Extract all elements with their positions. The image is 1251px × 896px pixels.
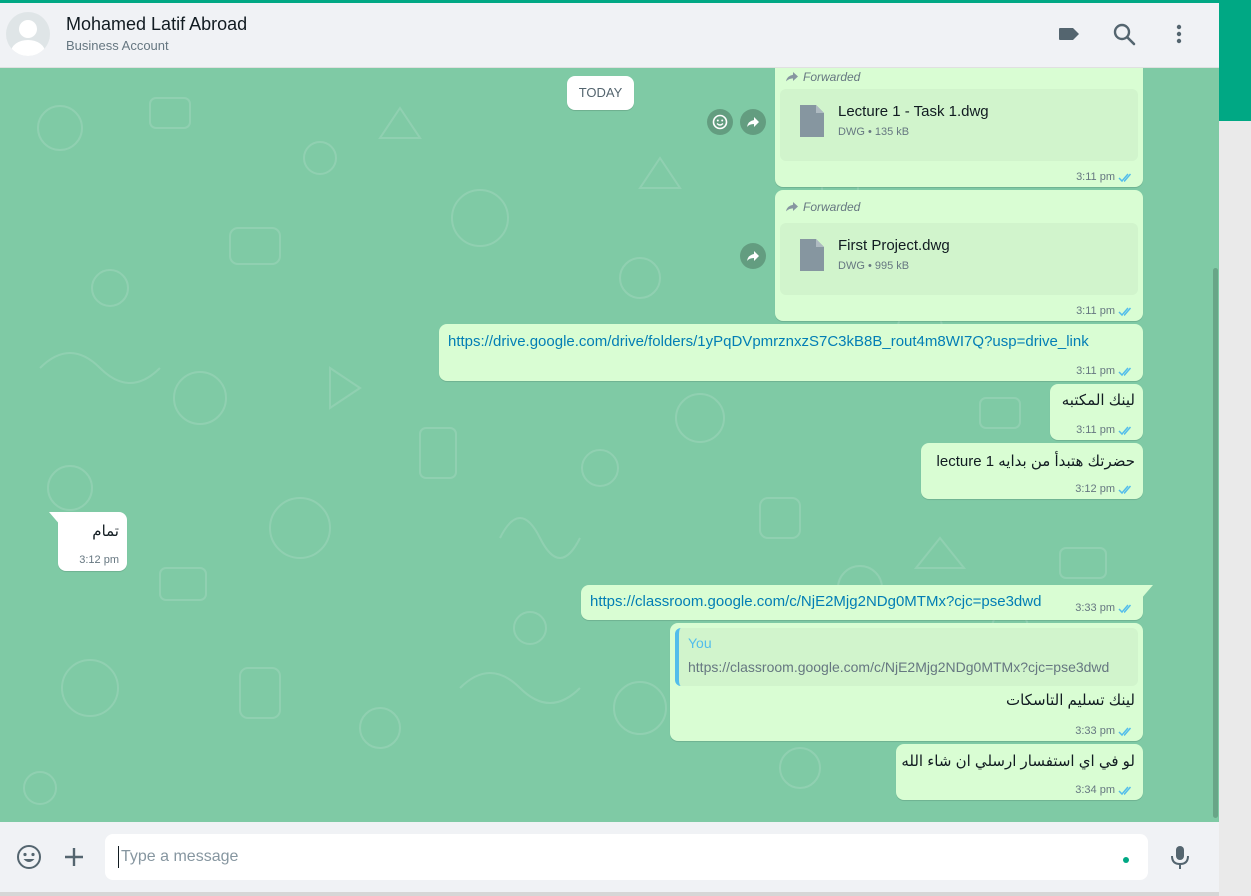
- quoted-message[interactable]: You https://classroom.google.com/c/NjE2M…: [675, 628, 1138, 686]
- message-meta: 3:11 pm: [1076, 365, 1135, 377]
- message-time: 3:34 pm: [1075, 784, 1115, 796]
- plus-icon[interactable]: [60, 843, 88, 871]
- bottom-border: [0, 892, 1219, 896]
- forwarded-text: Forwarded: [803, 70, 861, 84]
- read-ticks-icon: [1118, 727, 1132, 736]
- message-bubble-incoming[interactable]: تمام 3:12 pm: [58, 512, 127, 571]
- message-time: 3:12 pm: [1075, 483, 1115, 495]
- outgoing-bubble-tail: [1141, 585, 1153, 599]
- message-time: 3:33 pm: [1075, 602, 1115, 614]
- forwarded-label: Forwarded: [785, 200, 860, 214]
- react-emoji-button[interactable]: [707, 109, 733, 135]
- message-bubble-text[interactable]: حضرتك هتبدأ من بدايه lecture 1 3:12 pm: [921, 443, 1143, 499]
- message-meta: 3:12 pm: [79, 554, 119, 566]
- file-name: Lecture 1 - Task 1.dwg: [838, 103, 989, 120]
- avatar-body-shape: [11, 40, 45, 56]
- forwarded-icon: [786, 202, 798, 212]
- read-ticks-icon: [1118, 426, 1132, 435]
- avatar[interactable]: [6, 12, 50, 56]
- message-bubble-document[interactable]: Forwarded First Project.dwg DWG • 995 kB…: [775, 190, 1143, 321]
- forwarded-text: Forwarded: [803, 200, 861, 214]
- message-time: 3:11 pm: [1076, 305, 1115, 317]
- forward-button[interactable]: [740, 243, 766, 269]
- message-time: 3:11 pm: [1076, 171, 1115, 183]
- date-divider: TODAY: [567, 76, 634, 110]
- message-bubble-link[interactable]: https://classroom.google.com/c/NjE2Mjg2N…: [581, 585, 1143, 620]
- message-bubble-text[interactable]: لو في اي استفسار ارسلي ان شاء الله 3:34 …: [896, 744, 1143, 800]
- message-bubble-text[interactable]: لينك المكتبه 3:11 pm: [1050, 384, 1143, 440]
- whatsapp-chat-window: Mohamed Latif Abroad Business Account TO…: [0, 0, 1219, 896]
- message-meta: 3:11 pm: [1076, 424, 1135, 436]
- message-bubble-reply[interactable]: You https://classroom.google.com/c/NjE2M…: [670, 623, 1143, 741]
- file-icon: [800, 239, 824, 271]
- message-time: 3:11 pm: [1076, 424, 1115, 436]
- message-text: لو في اي استفسار ارسلي ان شاء الله: [901, 753, 1135, 770]
- menu-icon[interactable]: [1166, 21, 1192, 47]
- quoted-author: You: [688, 635, 712, 651]
- read-ticks-icon: [1118, 604, 1132, 613]
- drive-link[interactable]: https://drive.google.com/drive/folders/1…: [448, 333, 1089, 350]
- message-input[interactable]: [105, 834, 1148, 880]
- forwarded-label: Forwarded: [785, 70, 860, 84]
- file-icon: [800, 105, 824, 137]
- scrollbar-thumb[interactable]: [1213, 268, 1218, 818]
- mic-icon[interactable]: [1166, 843, 1194, 871]
- message-text: لينك المكتبه: [1061, 392, 1135, 409]
- read-ticks-icon: [1118, 307, 1132, 316]
- message-meta: 3:12 pm: [1075, 483, 1135, 495]
- label-icon[interactable]: [1056, 21, 1082, 47]
- message-meta: 3:11 pm: [1076, 305, 1135, 317]
- forward-icon: [747, 117, 759, 127]
- message-text: تمام: [92, 523, 119, 540]
- message-meta: 3:34 pm: [1075, 784, 1135, 796]
- document-card[interactable]: First Project.dwg DWG • 995 kB: [780, 223, 1138, 295]
- message-bubble-link[interactable]: https://drive.google.com/drive/folders/1…: [439, 324, 1143, 381]
- message-list[interactable]: TODAY Forwarded Lecture 1 - Task 1.dwg D…: [0, 68, 1212, 822]
- classroom-link[interactable]: https://classroom.google.com/c/NjE2Mjg2N…: [590, 593, 1041, 610]
- message-meta: 3:33 pm: [1075, 602, 1135, 614]
- read-ticks-icon: [1118, 786, 1132, 795]
- forwarded-icon: [786, 72, 798, 82]
- document-card[interactable]: Lecture 1 - Task 1.dwg DWG • 135 kB: [780, 89, 1138, 161]
- message-time: 3:33 pm: [1075, 725, 1115, 737]
- text-caret: [118, 846, 119, 868]
- avatar-head-shape: [19, 20, 37, 38]
- search-icon[interactable]: [1111, 21, 1137, 47]
- chat-header[interactable]: Mohamed Latif Abroad Business Account: [0, 3, 1219, 68]
- file-meta: DWG • 135 kB: [838, 126, 910, 138]
- status-dot: [1123, 857, 1129, 863]
- file-name: First Project.dwg: [838, 237, 950, 254]
- accent-block: [1219, 0, 1251, 121]
- message-bubble-document[interactable]: Forwarded Lecture 1 - Task 1.dwg DWG • 1…: [775, 68, 1143, 187]
- message-meta: 3:11 pm: [1076, 171, 1135, 183]
- emoji-icon: [712, 114, 728, 130]
- forward-icon: [747, 251, 759, 261]
- quoted-text: https://classroom.google.com/c/NjE2Mjg2N…: [688, 659, 1110, 675]
- forward-button[interactable]: [740, 109, 766, 135]
- side-panel-edge: [1219, 0, 1251, 896]
- message-composer: [0, 822, 1219, 892]
- contact-name[interactable]: Mohamed Latif Abroad: [66, 14, 247, 35]
- file-meta: DWG • 995 kB: [838, 260, 910, 272]
- message-text: حضرتك هتبدأ من بدايه lecture 1: [936, 453, 1135, 470]
- read-ticks-icon: [1118, 173, 1132, 182]
- read-ticks-icon: [1118, 485, 1132, 494]
- read-ticks-icon: [1118, 367, 1132, 376]
- chat-scrollbar[interactable]: [1212, 68, 1219, 822]
- message-text: لينك تسليم التاسكات: [1005, 692, 1135, 709]
- emoji-icon[interactable]: [15, 843, 43, 871]
- message-meta: 3:33 pm: [1075, 725, 1135, 737]
- contact-subtitle: Business Account: [66, 38, 169, 53]
- message-time: 3:12 pm: [79, 554, 119, 566]
- message-time: 3:11 pm: [1076, 365, 1115, 377]
